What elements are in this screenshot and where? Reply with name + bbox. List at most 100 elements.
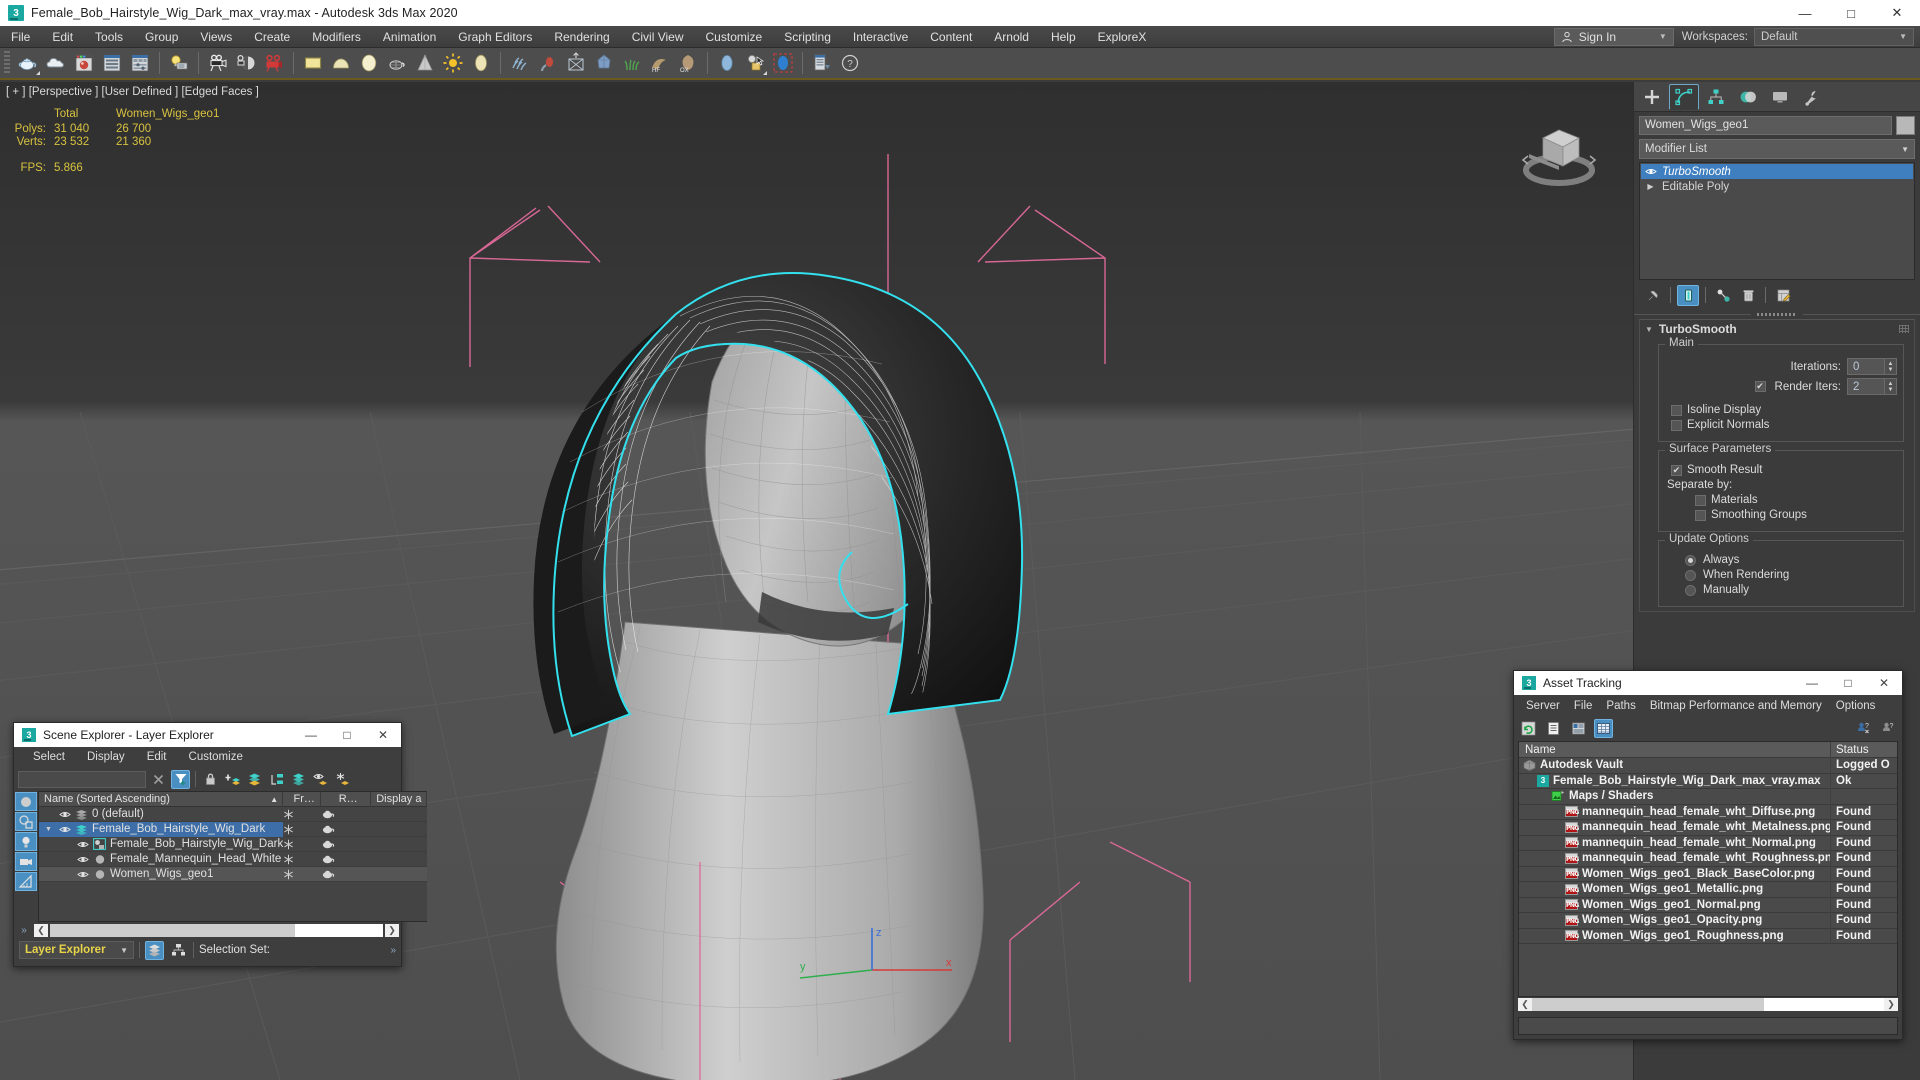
- eye-icon[interactable]: [58, 809, 71, 820]
- spinner-arrows-icon[interactable]: ▲ ▼: [1884, 379, 1896, 394]
- asset-row[interactable]: PNG Women_Wigs_geo1_Metallic.png Found: [1519, 881, 1897, 898]
- teapot-icon[interactable]: [15, 50, 41, 76]
- asset-row[interactable]: PNG Women_Wigs_geo1_Black_BaseColor.png Fo…: [1519, 866, 1897, 882]
- add-layer-icon[interactable]: [223, 770, 242, 789]
- sidebar-geometry-icon[interactable]: [15, 792, 37, 811]
- freeze-cell[interactable]: [283, 824, 321, 835]
- scrollbar-thumb[interactable]: [1532, 998, 1764, 1011]
- vray-clipper-icon[interactable]: [563, 50, 589, 76]
- panel-resize-handle[interactable]: [1634, 310, 1920, 319]
- asset-column-status[interactable]: Status: [1831, 742, 1897, 758]
- render-setup-icon[interactable]: [99, 50, 125, 76]
- menu-arnold[interactable]: Arnold: [983, 26, 1040, 48]
- scene-converter-icon[interactable]: [809, 50, 835, 76]
- menu-content[interactable]: Content: [919, 26, 983, 48]
- scene-explorer-menu-select[interactable]: Select: [22, 751, 76, 763]
- freeze-cell[interactable]: [283, 839, 321, 850]
- isoline-display-row[interactable]: Isoline Display: [1671, 404, 1897, 416]
- layers-stack-icon[interactable]: [289, 770, 308, 789]
- manually-row[interactable]: Manually: [1685, 584, 1897, 596]
- remove-modifier-icon[interactable]: [1737, 285, 1759, 306]
- vray-displacement-icon[interactable]: [591, 50, 617, 76]
- menu-help[interactable]: Help: [1040, 26, 1087, 48]
- light-lister-icon[interactable]: [166, 50, 192, 76]
- freeze-cell[interactable]: [283, 869, 321, 880]
- expand-arrow-icon[interactable]: ▶: [1644, 182, 1657, 191]
- asset-menu-bitmap-performance-and-memory[interactable]: Bitmap Performance and Memory: [1643, 700, 1829, 712]
- scroll-right-icon[interactable]: ❯: [385, 923, 399, 937]
- vray-fur-icon[interactable]: [507, 50, 533, 76]
- always-row[interactable]: Always: [1685, 554, 1897, 566]
- show-end-result-icon[interactable]: [1677, 284, 1699, 306]
- vray-proxy-icon[interactable]: [535, 50, 561, 76]
- scene-explorer-row[interactable]: Women_Wigs_geo1: [39, 867, 428, 882]
- eye-icon[interactable]: [58, 824, 71, 835]
- asset-row[interactable]: PNG Women_Wigs_geo1_Roughness.png Found: [1519, 928, 1897, 944]
- eye-icon[interactable]: [76, 869, 89, 880]
- render-iters-checkbox[interactable]: [1754, 381, 1766, 392]
- make-unique-icon[interactable]: [1712, 285, 1734, 306]
- vray-material-ball-icon[interactable]: [770, 50, 796, 76]
- refresh-icon[interactable]: [1519, 719, 1538, 738]
- vray-plane-icon[interactable]: [300, 50, 326, 76]
- vray-cone-icon[interactable]: [412, 50, 438, 76]
- scene-explorer-hscrollbar[interactable]: » ❮ ❯: [14, 922, 401, 938]
- menu-scripting[interactable]: Scripting: [773, 26, 842, 48]
- scene-explorer-menu-edit[interactable]: Edit: [136, 751, 178, 763]
- scene-explorer-search-input[interactable]: [18, 770, 146, 788]
- explorer-mode-select[interactable]: Layer Explorer ▼: [19, 941, 134, 959]
- ox-ornatrix-icon[interactable]: OX: [675, 50, 701, 76]
- render-cell[interactable]: [321, 839, 371, 849]
- modifier-stack-item-editable-poly[interactable]: ▶ Editable Poly: [1641, 179, 1913, 194]
- vray-ies-light-icon[interactable]: [468, 50, 494, 76]
- vray-render-icon[interactable]: [261, 50, 287, 76]
- asset-row[interactable]: PNG mannequin_head_female_wht_Normal.png F…: [1519, 835, 1897, 851]
- asset-row[interactable]: PNG mannequin_head_female_wht_Roughness.p…: [1519, 850, 1897, 867]
- menu-customize[interactable]: Customize: [695, 26, 774, 48]
- scene-explorer-row[interactable]: Female_Bob_Hairstyle_Wig_Dark: [39, 837, 428, 852]
- tab-modify[interactable]: [1669, 83, 1699, 110]
- vray-mesh-teapot-icon[interactable]: [384, 50, 410, 76]
- sidebar-shapes-icon[interactable]: [15, 812, 37, 831]
- column-frozen[interactable]: Fr…: [283, 791, 322, 807]
- scene-explorer-row[interactable]: Female_Mannequin_Head_White: [39, 852, 428, 867]
- layer-explorer-mode-icon[interactable]: [145, 940, 164, 960]
- menu-explorex[interactable]: ExploreX: [1087, 26, 1158, 48]
- workspace-select[interactable]: Default ▼: [1754, 27, 1914, 46]
- detail-view-icon[interactable]: [1569, 719, 1588, 738]
- asset-row[interactable]: 3 Female_Bob_Hairstyle_Wig_Dark_max_vray.…: [1519, 773, 1897, 789]
- asset-hscrollbar[interactable]: ❮ ❯: [1518, 997, 1898, 1012]
- render-cell[interactable]: [321, 854, 371, 864]
- scrollbar-track[interactable]: [50, 923, 383, 937]
- explicit-normals-row[interactable]: Explicit Normals: [1671, 419, 1897, 431]
- column-name[interactable]: Name (Sorted Ascending): [44, 792, 170, 807]
- scroll-right-icon[interactable]: ❯: [1884, 998, 1898, 1011]
- menu-tools[interactable]: Tools: [84, 26, 134, 48]
- asset-menu-options[interactable]: Options: [1829, 700, 1883, 712]
- hierarchy-mode-icon[interactable]: [169, 941, 188, 960]
- scene-explorer-row[interactable]: ▼ Female_Bob_Hairstyle_Wig_Dark: [39, 821, 428, 837]
- smoothing-groups-row[interactable]: Smoothing Groups: [1695, 509, 1897, 521]
- chevron-down-icon[interactable]: ▼: [1645, 325, 1653, 334]
- vray-dome-icon[interactable]: [328, 50, 354, 76]
- menu-edit[interactable]: Edit: [41, 26, 84, 48]
- asset-column-name[interactable]: Name: [1519, 742, 1831, 758]
- hair-farm-icon[interactable]: HF: [647, 50, 673, 76]
- scrollbar-track[interactable]: [1532, 998, 1884, 1011]
- smooth-result-checkbox[interactable]: [1671, 464, 1682, 476]
- scroll-left-icon[interactable]: ❮: [1518, 998, 1532, 1011]
- column-render[interactable]: R…: [321, 791, 372, 807]
- filter-icon[interactable]: [171, 769, 190, 789]
- always-radio[interactable]: [1685, 554, 1696, 566]
- footer-overflow-indicator[interactable]: »: [390, 945, 396, 956]
- eye-icon[interactable]: [76, 839, 89, 850]
- isoline-display-checkbox[interactable]: [1671, 404, 1682, 416]
- maximize-button[interactable]: □: [1828, 0, 1874, 26]
- view-cube[interactable]: [1513, 108, 1605, 196]
- vray-sun-icon[interactable]: [440, 50, 466, 76]
- tab-motion[interactable]: [1733, 84, 1763, 110]
- manually-radio[interactable]: [1685, 584, 1696, 596]
- tab-utilities[interactable]: [1797, 84, 1827, 110]
- object-name-field[interactable]: Women_Wigs_geo1: [1639, 116, 1892, 135]
- spinner-arrows-icon[interactable]: ▲ ▼: [1884, 359, 1896, 374]
